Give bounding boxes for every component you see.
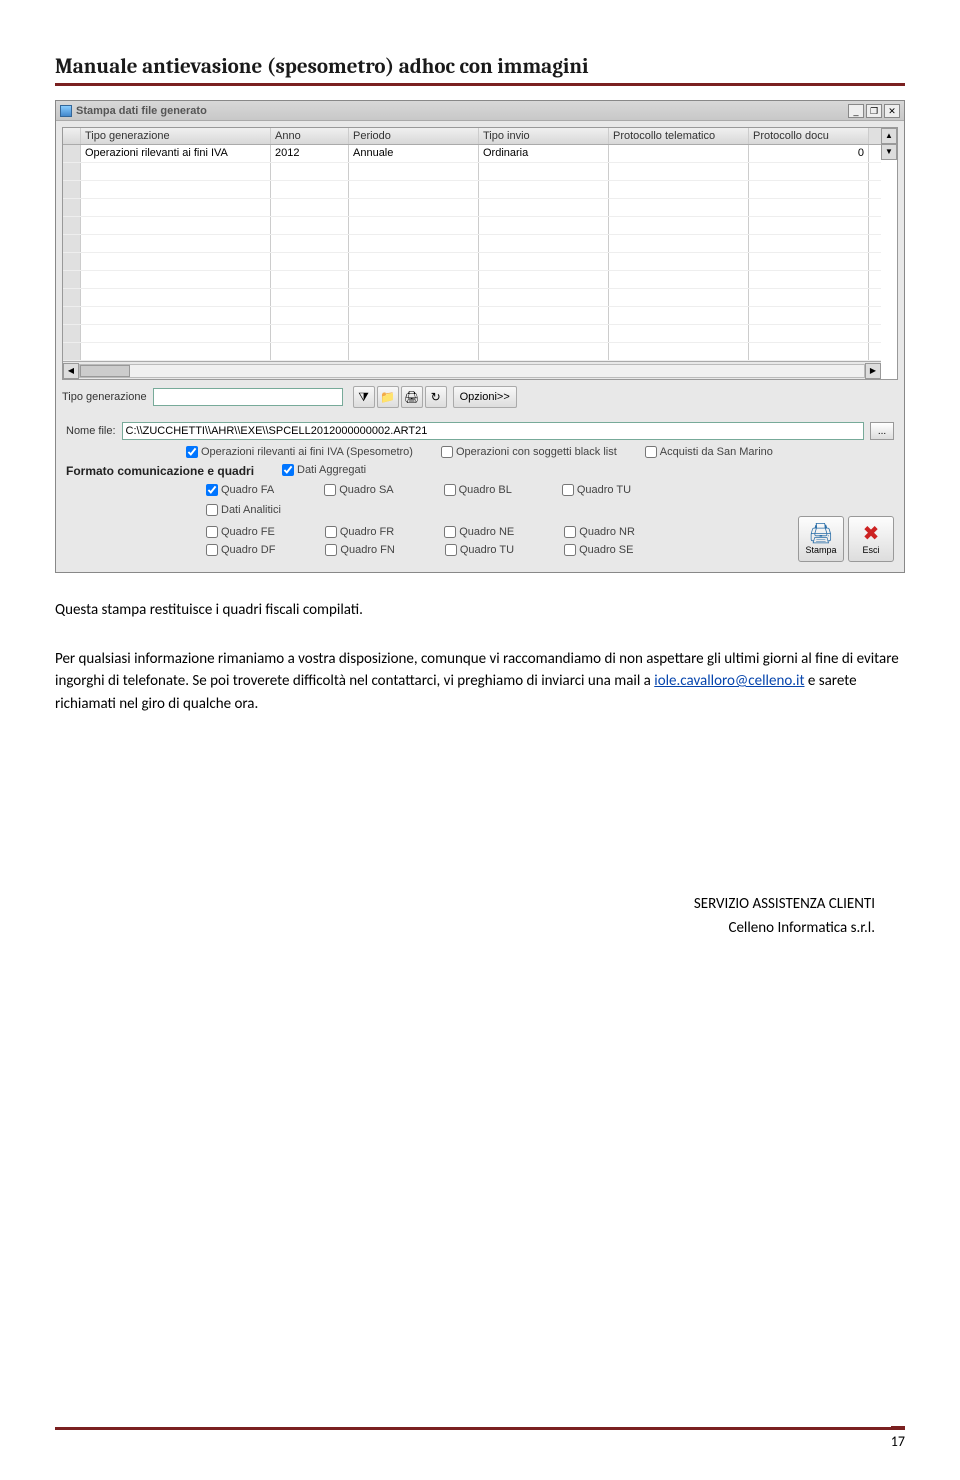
- contact-email-link[interactable]: iole.cavalloro@celleno.it: [654, 672, 804, 690]
- grid-row[interactable]: [63, 199, 881, 217]
- chk-quadro-sa[interactable]: Quadro SA: [324, 484, 393, 496]
- grid-select-header: [63, 128, 81, 144]
- browse-button[interactable]: ...: [870, 422, 894, 440]
- cell-protocollo: [609, 145, 749, 162]
- col-periodo[interactable]: Periodo: [349, 128, 479, 144]
- col-protocollo-docu[interactable]: Protocollo docu: [749, 128, 869, 144]
- grid-row[interactable]: [63, 289, 881, 307]
- stampa-button[interactable]: 🖨 Stampa: [798, 516, 844, 562]
- signature-block: SERVIZIO ASSISTENZA CLIENTI Celleno Info…: [55, 895, 905, 937]
- formato-comunicazione-label: Formato comunicazione e quadri: [66, 464, 276, 478]
- stampa-label: Stampa: [805, 545, 836, 555]
- opzioni-button[interactable]: Opzioni>>: [453, 386, 517, 408]
- chk-blacklist[interactable]: Operazioni con soggetti black list: [441, 446, 617, 458]
- page-number: 17: [891, 1426, 905, 1450]
- cell-protocollo-docu: 0: [749, 145, 869, 162]
- filter-toolbar: Tipo generazione ⧩ 📁 🖨 ↻ Opzioni>>: [56, 382, 904, 412]
- chk-quadro-se[interactable]: Quadro SE: [564, 544, 633, 556]
- nomefile-input[interactable]: [122, 422, 864, 440]
- grid-row[interactable]: [63, 271, 881, 289]
- scroll-track[interactable]: [79, 364, 865, 378]
- print-icon[interactable]: 🖨: [401, 386, 423, 408]
- grid-row[interactable]: [63, 253, 881, 271]
- grid-row[interactable]: [63, 181, 881, 199]
- col-protocollo-telematico[interactable]: Protocollo telematico: [609, 128, 749, 144]
- chk-quadro-nr[interactable]: Quadro NR: [564, 526, 635, 538]
- chk-quadro-fr[interactable]: Quadro FR: [325, 526, 394, 538]
- tipo-generazione-label: Tipo generazione: [62, 391, 147, 403]
- titlebar: Stampa dati file generato _ ❐ ✕: [56, 101, 904, 121]
- chk-dati-aggregati-box[interactable]: [282, 464, 294, 476]
- chk-blacklist-box[interactable]: [441, 446, 453, 458]
- esci-button[interactable]: ✖ Esci: [848, 516, 894, 562]
- chk-spesometro-box[interactable]: [186, 446, 198, 458]
- chk-sanmarino-box[interactable]: [645, 446, 657, 458]
- minimize-button[interactable]: _: [848, 104, 864, 118]
- grid-row[interactable]: Operazioni rilevanti ai fini IVA 2012 An…: [63, 145, 881, 163]
- cell-tipo-invio: Ordinaria: [479, 145, 609, 162]
- close-button[interactable]: ✕: [884, 104, 900, 118]
- app-icon: [60, 105, 72, 117]
- grid-row[interactable]: [63, 163, 881, 181]
- chk-dati-aggregati[interactable]: Dati Aggregati: [282, 464, 366, 476]
- chk-dati-analitici[interactable]: Dati Analitici: [206, 504, 894, 516]
- cell-tipo-generazione: Operazioni rilevanti ai fini IVA: [81, 145, 271, 162]
- folder-icon[interactable]: 📁: [377, 386, 399, 408]
- esci-label: Esci: [862, 545, 879, 555]
- doc-title: Manuale antievasione (spesometro) adhoc …: [55, 55, 905, 79]
- grid-row[interactable]: [63, 235, 881, 253]
- col-tipo-generazione[interactable]: Tipo generazione: [81, 128, 271, 144]
- grid-row[interactable]: [63, 217, 881, 235]
- paragraph-1: Questa stampa restituisce i quadri fisca…: [55, 599, 905, 622]
- window-title: Stampa dati file generato: [76, 105, 848, 117]
- scroll-left-arrow[interactable]: ◀: [63, 363, 79, 379]
- chk-quadro-fe[interactable]: Quadro FE: [206, 526, 275, 538]
- printer-icon: 🖨: [808, 523, 833, 545]
- scroll-up-arrow[interactable]: ▲: [881, 128, 897, 144]
- grid-row[interactable]: [63, 343, 881, 361]
- chk-quadro-tu[interactable]: Quadro TU: [562, 484, 631, 496]
- data-grid: Tipo generazione Anno Periodo Tipo invio…: [62, 127, 898, 380]
- form-area: Nome file: ... Operazioni rilevanti ai f…: [56, 412, 904, 572]
- row-selector[interactable]: [63, 145, 81, 162]
- chk-quadro-ne[interactable]: Quadro NE: [444, 526, 514, 538]
- chk-quadro-fn[interactable]: Quadro FN: [325, 544, 394, 556]
- scroll-down-arrow[interactable]: ▼: [881, 144, 897, 160]
- filter-icon[interactable]: ⧩: [353, 386, 375, 408]
- chk-quadro-df[interactable]: Quadro DF: [206, 544, 275, 556]
- tipo-generazione-input[interactable]: [153, 388, 343, 406]
- chk-dati-analitici-box[interactable]: [206, 504, 218, 516]
- chk-spesometro[interactable]: Operazioni rilevanti ai fini IVA (Spesom…: [186, 446, 413, 458]
- chk-sanmarino[interactable]: Acquisti da San Marino: [645, 446, 773, 458]
- scroll-thumb[interactable]: [80, 365, 130, 377]
- maximize-button[interactable]: ❐: [866, 104, 882, 118]
- scroll-right-arrow[interactable]: ▶: [865, 363, 881, 379]
- close-icon: ✖: [863, 523, 880, 545]
- col-tipo-invio[interactable]: Tipo invio: [479, 128, 609, 144]
- vertical-scrollbar[interactable]: ▲ ▼: [881, 128, 897, 379]
- doc-header: Manuale antievasione (spesometro) adhoc …: [55, 55, 905, 86]
- grid-row[interactable]: [63, 325, 881, 343]
- cell-periodo: Annuale: [349, 145, 479, 162]
- app-window: Stampa dati file generato _ ❐ ✕ Tipo gen…: [55, 100, 905, 573]
- signature-line-1: SERVIZIO ASSISTENZA CLIENTI: [55, 895, 875, 913]
- paragraph-2: Per qualsiasi informazione rimaniamo a v…: [55, 648, 905, 716]
- horizontal-scrollbar[interactable]: ◀ ▶: [63, 361, 881, 379]
- cell-anno: 2012: [271, 145, 349, 162]
- chk-quadro-bl[interactable]: Quadro BL: [444, 484, 512, 496]
- footer-divider: [55, 1427, 905, 1430]
- grid-header-row: Tipo generazione Anno Periodo Tipo invio…: [63, 128, 881, 145]
- col-anno[interactable]: Anno: [271, 128, 349, 144]
- refresh-icon[interactable]: ↻: [425, 386, 447, 408]
- chk-quadro-tu2[interactable]: Quadro TU: [445, 544, 514, 556]
- grid-row[interactable]: [63, 307, 881, 325]
- nomefile-label: Nome file:: [66, 425, 116, 437]
- signature-line-2: Celleno Informatica s.r.l.: [55, 919, 875, 937]
- chk-quadro-fa[interactable]: Quadro FA: [206, 484, 274, 496]
